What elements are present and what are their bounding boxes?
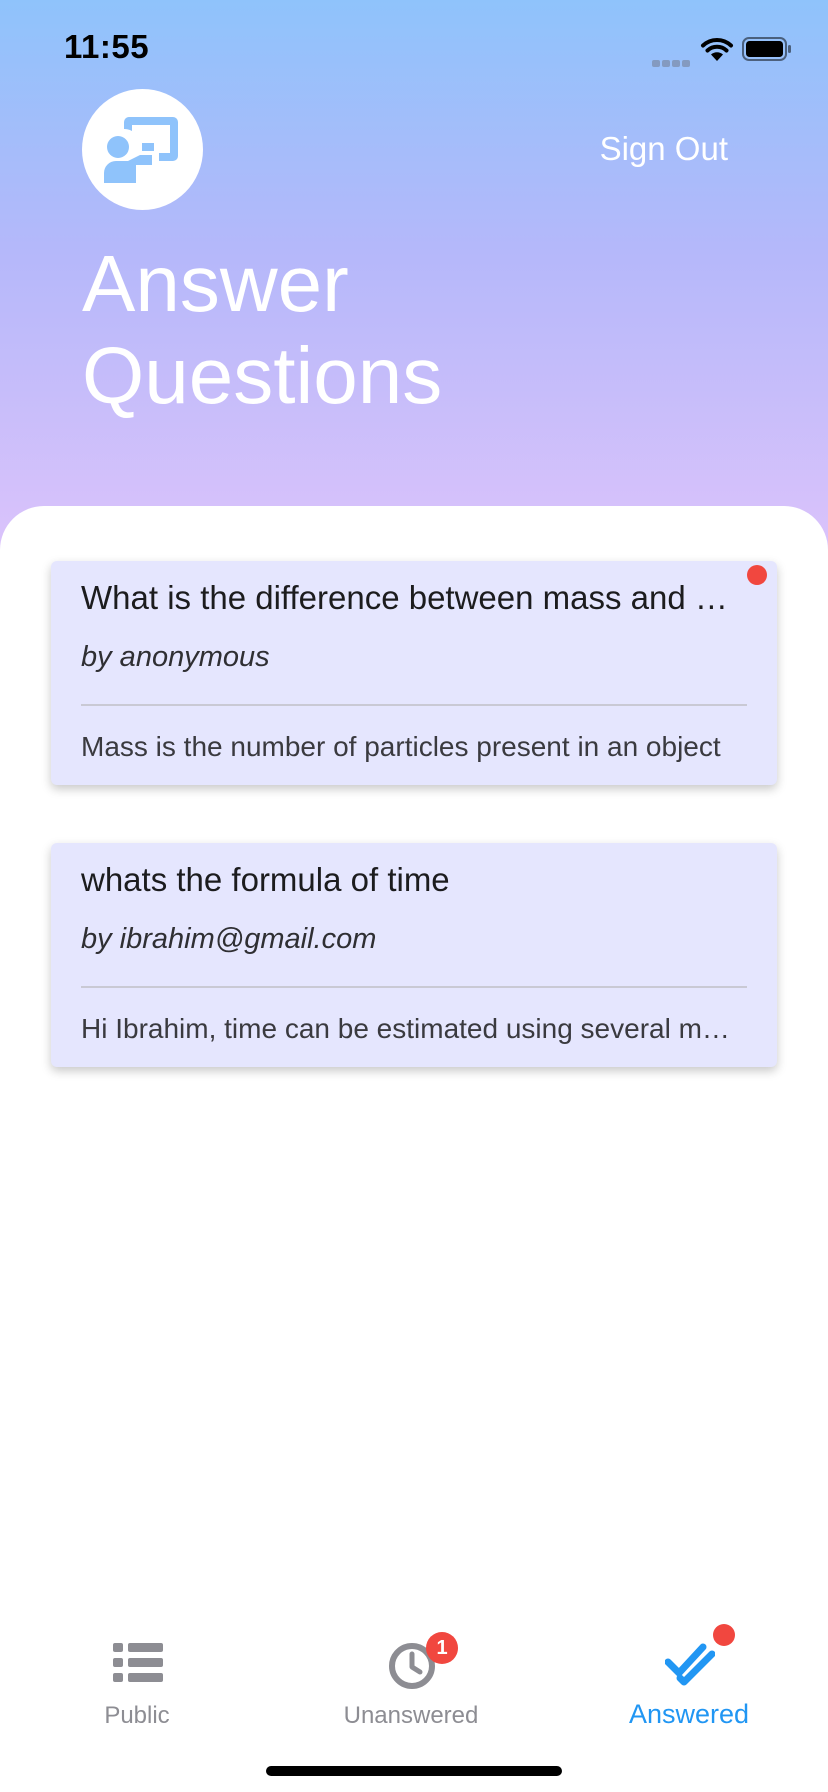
page-title-line-2: Questions	[82, 331, 443, 420]
page-title-line-1: Answer	[82, 239, 349, 328]
question-title: whats the formula of time	[81, 861, 450, 898]
tab-label: Public	[104, 1702, 170, 1729]
unread-dot	[747, 565, 767, 585]
tab-answered[interactable]: Answered	[614, 1620, 764, 1730]
tab-label: Answered	[628, 1699, 750, 1729]
question-card[interactable]: What is the difference between mass and …	[51, 561, 777, 785]
card-divider	[81, 986, 747, 988]
question-list: What is the difference between mass and …	[0, 506, 828, 1792]
cellular-signal-icon	[652, 54, 692, 67]
presenter-board-icon	[104, 117, 178, 183]
answer-preview: Hi Ibrahim, time can be estimated using …	[81, 1013, 741, 1044]
list-icon	[113, 1643, 163, 1682]
double-check-icon	[665, 1643, 715, 1686]
answer-preview: Mass is the number of particles present …	[81, 731, 721, 762]
page-title: Answer Questions	[82, 238, 682, 422]
sign-out-button[interactable]: Sign Out	[560, 130, 728, 168]
question-author: by ibrahim@gmail.com	[81, 923, 377, 955]
new-answer-dot	[713, 1624, 735, 1646]
header: 11:55 Sign Out Answer Questions	[0, 0, 828, 560]
wifi-icon	[701, 38, 733, 61]
question-title: What is the difference between mass and …	[81, 579, 743, 616]
status-bar: 11:55	[0, 0, 828, 100]
tab-label: Unanswered	[343, 1702, 479, 1729]
question-author: by anonymous	[81, 641, 270, 673]
tab-public[interactable]: Public	[72, 1620, 202, 1730]
avatar	[82, 89, 203, 210]
tab-unanswered[interactable]: 1 Unanswered	[326, 1620, 496, 1730]
home-indicator	[266, 1766, 562, 1776]
status-time: 11:55	[64, 28, 150, 65]
battery-icon	[742, 37, 791, 61]
unanswered-count-badge: 1	[426, 1632, 458, 1664]
question-card[interactable]: whats the formula of time by ibrahim@gma…	[51, 843, 777, 1067]
tab-bar: Public 1 Unanswered Answered	[0, 1620, 828, 1750]
card-divider	[81, 704, 747, 706]
